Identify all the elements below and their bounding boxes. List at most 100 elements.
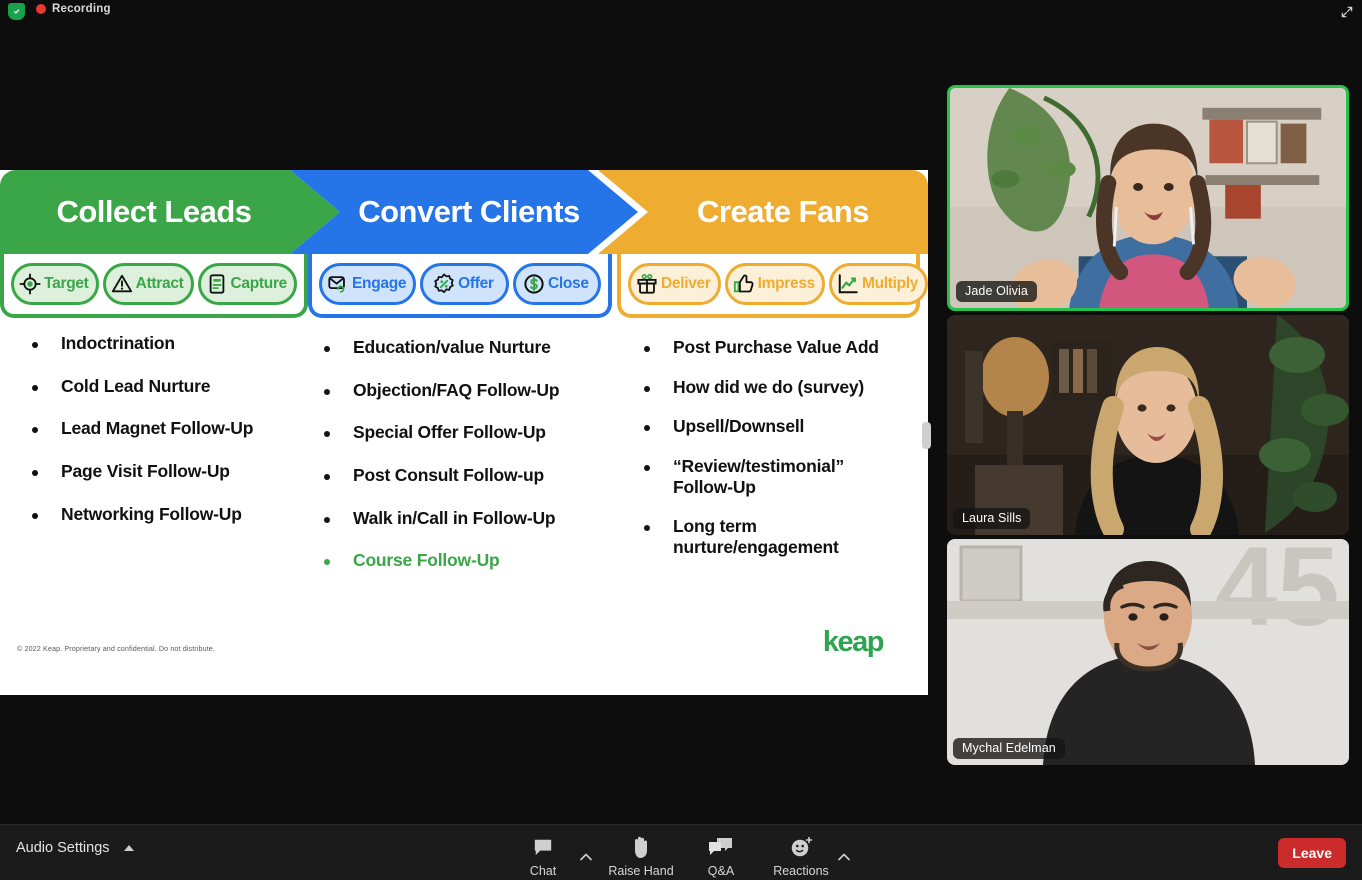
list-item: Walk in/Call in Follow-Up	[324, 508, 616, 529]
slide-scroll-handle[interactable]	[922, 422, 931, 449]
gift-icon	[635, 272, 659, 296]
top-bar: Recording	[0, 0, 1362, 22]
list-item: How did we do (survey)	[644, 377, 928, 398]
percent-badge-icon	[432, 272, 456, 296]
meeting-toolbar: Audio Settings Chat Raise Hand Q&A React…	[0, 824, 1362, 880]
list-item-label: Course Follow-Up	[353, 550, 500, 571]
badge-close: Close	[512, 263, 601, 305]
list-item-label: Lead Magnet Follow-Up	[61, 418, 254, 439]
target-icon	[18, 272, 42, 296]
header-title-convert-clients: Convert Clients	[358, 194, 580, 229]
participant-tile-laura-sills[interactable]: Laura Sills	[947, 315, 1349, 535]
badge-label: Target	[44, 275, 89, 292]
badge-row-collect-leads: Target Attract Capture	[0, 254, 308, 318]
badge-impress: Impress	[724, 263, 825, 305]
video-feed: 45	[947, 539, 1349, 765]
column-collect-leads: Indoctrination Cold Lead Nurture Lead Ma…	[0, 325, 308, 615]
chat-bubble-icon	[532, 835, 554, 859]
list-item-label: Long term nurture/engagement	[673, 516, 839, 557]
badge-multiply: Multiply	[828, 263, 929, 305]
bullet-dot-icon	[324, 346, 330, 352]
recording-indicator: Recording	[36, 3, 111, 15]
list-item-label: How did we do (survey)	[673, 376, 865, 397]
list-item-label: “Review/testimonial” Follow-Up	[673, 455, 845, 497]
participant-tiles: Jade Olivia Laura Sills 45 Mychal Edelma…	[947, 85, 1349, 769]
bullet-dot-icon	[32, 384, 38, 391]
thumbs-up-icon	[732, 272, 756, 296]
header-title-create-fans: Create Fans	[697, 194, 869, 229]
chat-button[interactable]: Chat	[512, 830, 574, 878]
badge-label: Multiply	[861, 275, 919, 292]
list-item-label: Post Purchase Value Add	[673, 337, 879, 357]
chevron-up-icon[interactable]	[123, 845, 134, 851]
list-item: Post Purchase Value Add	[644, 337, 928, 358]
participant-tile-jade-olivia[interactable]: Jade Olivia	[947, 85, 1349, 311]
bullet-dot-icon	[324, 559, 330, 566]
header-section-create-fans: Create Fans	[598, 170, 928, 254]
bullet-dot-icon	[32, 342, 38, 348]
keap-logo: keap	[822, 626, 885, 658]
video-feed	[947, 315, 1349, 535]
badge-row-convert-clients: Engage Offer Close	[308, 254, 612, 318]
chat-options-chevron-icon[interactable]	[580, 848, 592, 866]
list-item: Networking Follow-Up	[32, 504, 308, 525]
list-item-label: Special Offer Follow-Up	[353, 422, 546, 443]
list-item: Page Visit Follow-Up	[32, 461, 308, 482]
raise-hand-label: Raise Hand	[608, 864, 674, 878]
list-item-label: Cold Lead Nurture	[61, 375, 211, 396]
list-item-label: Indoctrination	[61, 333, 175, 353]
list-item: Special Offer Follow-Up	[324, 422, 616, 443]
dollar-circle-icon	[522, 272, 546, 296]
badge-label: Engage	[352, 275, 407, 292]
list-item-highlighted: Course Follow-Up	[324, 550, 616, 571]
list-item-label: Education/value Nurture	[353, 337, 551, 357]
column-create-fans: Post Purchase Value Add How did we do (s…	[616, 325, 928, 615]
smiley-sparkle-icon	[789, 835, 813, 859]
reactions-button[interactable]: Reactions	[770, 830, 832, 878]
participant-tile-mychal-edelman[interactable]: 45 Mychal Edelman	[947, 539, 1349, 765]
bullet-dot-icon	[32, 427, 38, 434]
copyright-footnote: © 2022 Keap. Proprietary and confidentia…	[17, 644, 215, 653]
list-item: Objection/FAQ Follow-Up	[324, 380, 616, 401]
bullet-dot-icon	[324, 388, 330, 395]
reactions-options-chevron-icon[interactable]	[838, 848, 850, 866]
list-item: Cold Lead Nurture	[32, 376, 308, 397]
shared-slide: Collect Leads Convert Clients Create Fan…	[0, 170, 929, 695]
form-document-icon	[205, 272, 229, 296]
list-item-label: Networking Follow-Up	[61, 503, 242, 524]
badge-capture: Capture	[197, 263, 297, 305]
bullet-dot-icon	[324, 516, 330, 523]
toolbar-controls: Chat Raise Hand Q&A Reactions	[512, 830, 850, 878]
audio-settings-button[interactable]: Audio Settings	[16, 840, 134, 856]
bullet-dot-icon	[644, 385, 650, 392]
raise-hand-button[interactable]: Raise Hand	[608, 830, 674, 878]
badge-attract: Attract	[102, 263, 194, 305]
slide-columns: Indoctrination Cold Lead Nurture Lead Ma…	[0, 325, 928, 615]
list-item: Indoctrination	[32, 333, 308, 354]
shield-check-icon[interactable]	[8, 3, 25, 20]
list-item: Post Consult Follow-up	[324, 465, 616, 486]
qa-button[interactable]: Q&A	[690, 830, 752, 878]
bullet-dot-icon	[324, 431, 330, 438]
slide-header: Collect Leads Convert Clients Create Fan…	[0, 170, 929, 318]
header-title-collect-leads: Collect Leads	[56, 194, 252, 229]
participant-name-label: Jade Olivia	[956, 281, 1037, 302]
list-item: Upsell/Downsell	[644, 416, 928, 437]
expand-diagonal-icon[interactable]	[1338, 3, 1356, 20]
leave-button[interactable]: Leave	[1278, 838, 1346, 868]
list-item-label: Page Visit Follow-Up	[61, 460, 230, 481]
badge-label: Capture	[230, 275, 288, 292]
line-chart-icon	[836, 272, 860, 296]
bullet-dot-icon	[644, 346, 650, 352]
participant-name-label: Mychal Edelman	[953, 738, 1065, 759]
bullet-dot-icon	[324, 473, 330, 480]
chat-label: Chat	[529, 864, 557, 878]
qa-label: Q&A	[707, 864, 735, 878]
recording-label: Recording	[52, 3, 111, 15]
header-section-convert-clients: Convert Clients	[290, 170, 638, 254]
badge-row-create-fans: Deliver Impress Multiply	[617, 254, 929, 318]
envelope-icon	[326, 272, 350, 296]
video-feed	[950, 88, 1346, 308]
raised-hand-icon	[631, 835, 651, 859]
badge-label: Close	[547, 275, 589, 292]
